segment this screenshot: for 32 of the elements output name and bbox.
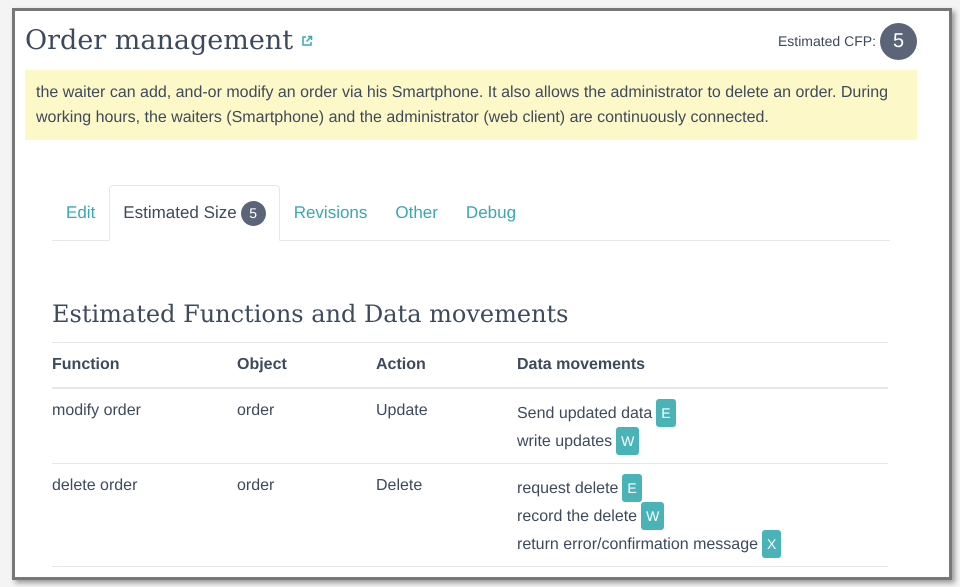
movement-type-badge: W [641, 502, 664, 530]
table-cell: order [237, 463, 376, 566]
movement-text: record the delete [517, 508, 638, 524]
count-badge: 5 [240, 200, 266, 226]
cfp-count: 5 [880, 22, 917, 60]
table-cell: modify order [52, 388, 237, 463]
tab[interactable]: Other [381, 184, 452, 240]
description-note: the waiter can add, and-or modify an order via his Smartphone. It also allows the administrator to delete an order. During working hours, the waiters (Smartphone) and the administrator (web client) are continuously connected. [25, 70, 917, 140]
movement-text: Send updated data [517, 404, 652, 422]
table-cell: delete order [52, 463, 237, 566]
movement-text: request delete [517, 480, 618, 496]
tab[interactable]: Estimated Size 5 [109, 184, 280, 240]
tab[interactable]: Debug [452, 184, 530, 240]
movement-type-badge: E [656, 398, 676, 426]
tab[interactable]: Edit [52, 184, 110, 240]
section-heading: Estimated Functions and Data movements [52, 296, 888, 342]
movement-type-badge: E [622, 474, 642, 502]
movement-text: write updates [517, 432, 612, 450]
tab[interactable]: Revisions [280, 184, 382, 240]
page-title: Order management [25, 24, 294, 58]
external-link-icon[interactable] [301, 35, 314, 48]
table-cell: Update [376, 388, 517, 463]
table-cell: Delete [376, 463, 517, 566]
cfp-label: Estimated CFP: [778, 32, 876, 51]
movement-type-badge: W [616, 426, 640, 454]
column-header: Data movements [517, 342, 888, 388]
table-cell: order [237, 388, 376, 463]
movement-type-badge: X [762, 530, 782, 558]
column-header: Function [52, 342, 237, 388]
column-header: Action [376, 342, 517, 388]
column-header: Object [237, 342, 376, 388]
movement-text: return error/confirmation message [517, 536, 758, 552]
